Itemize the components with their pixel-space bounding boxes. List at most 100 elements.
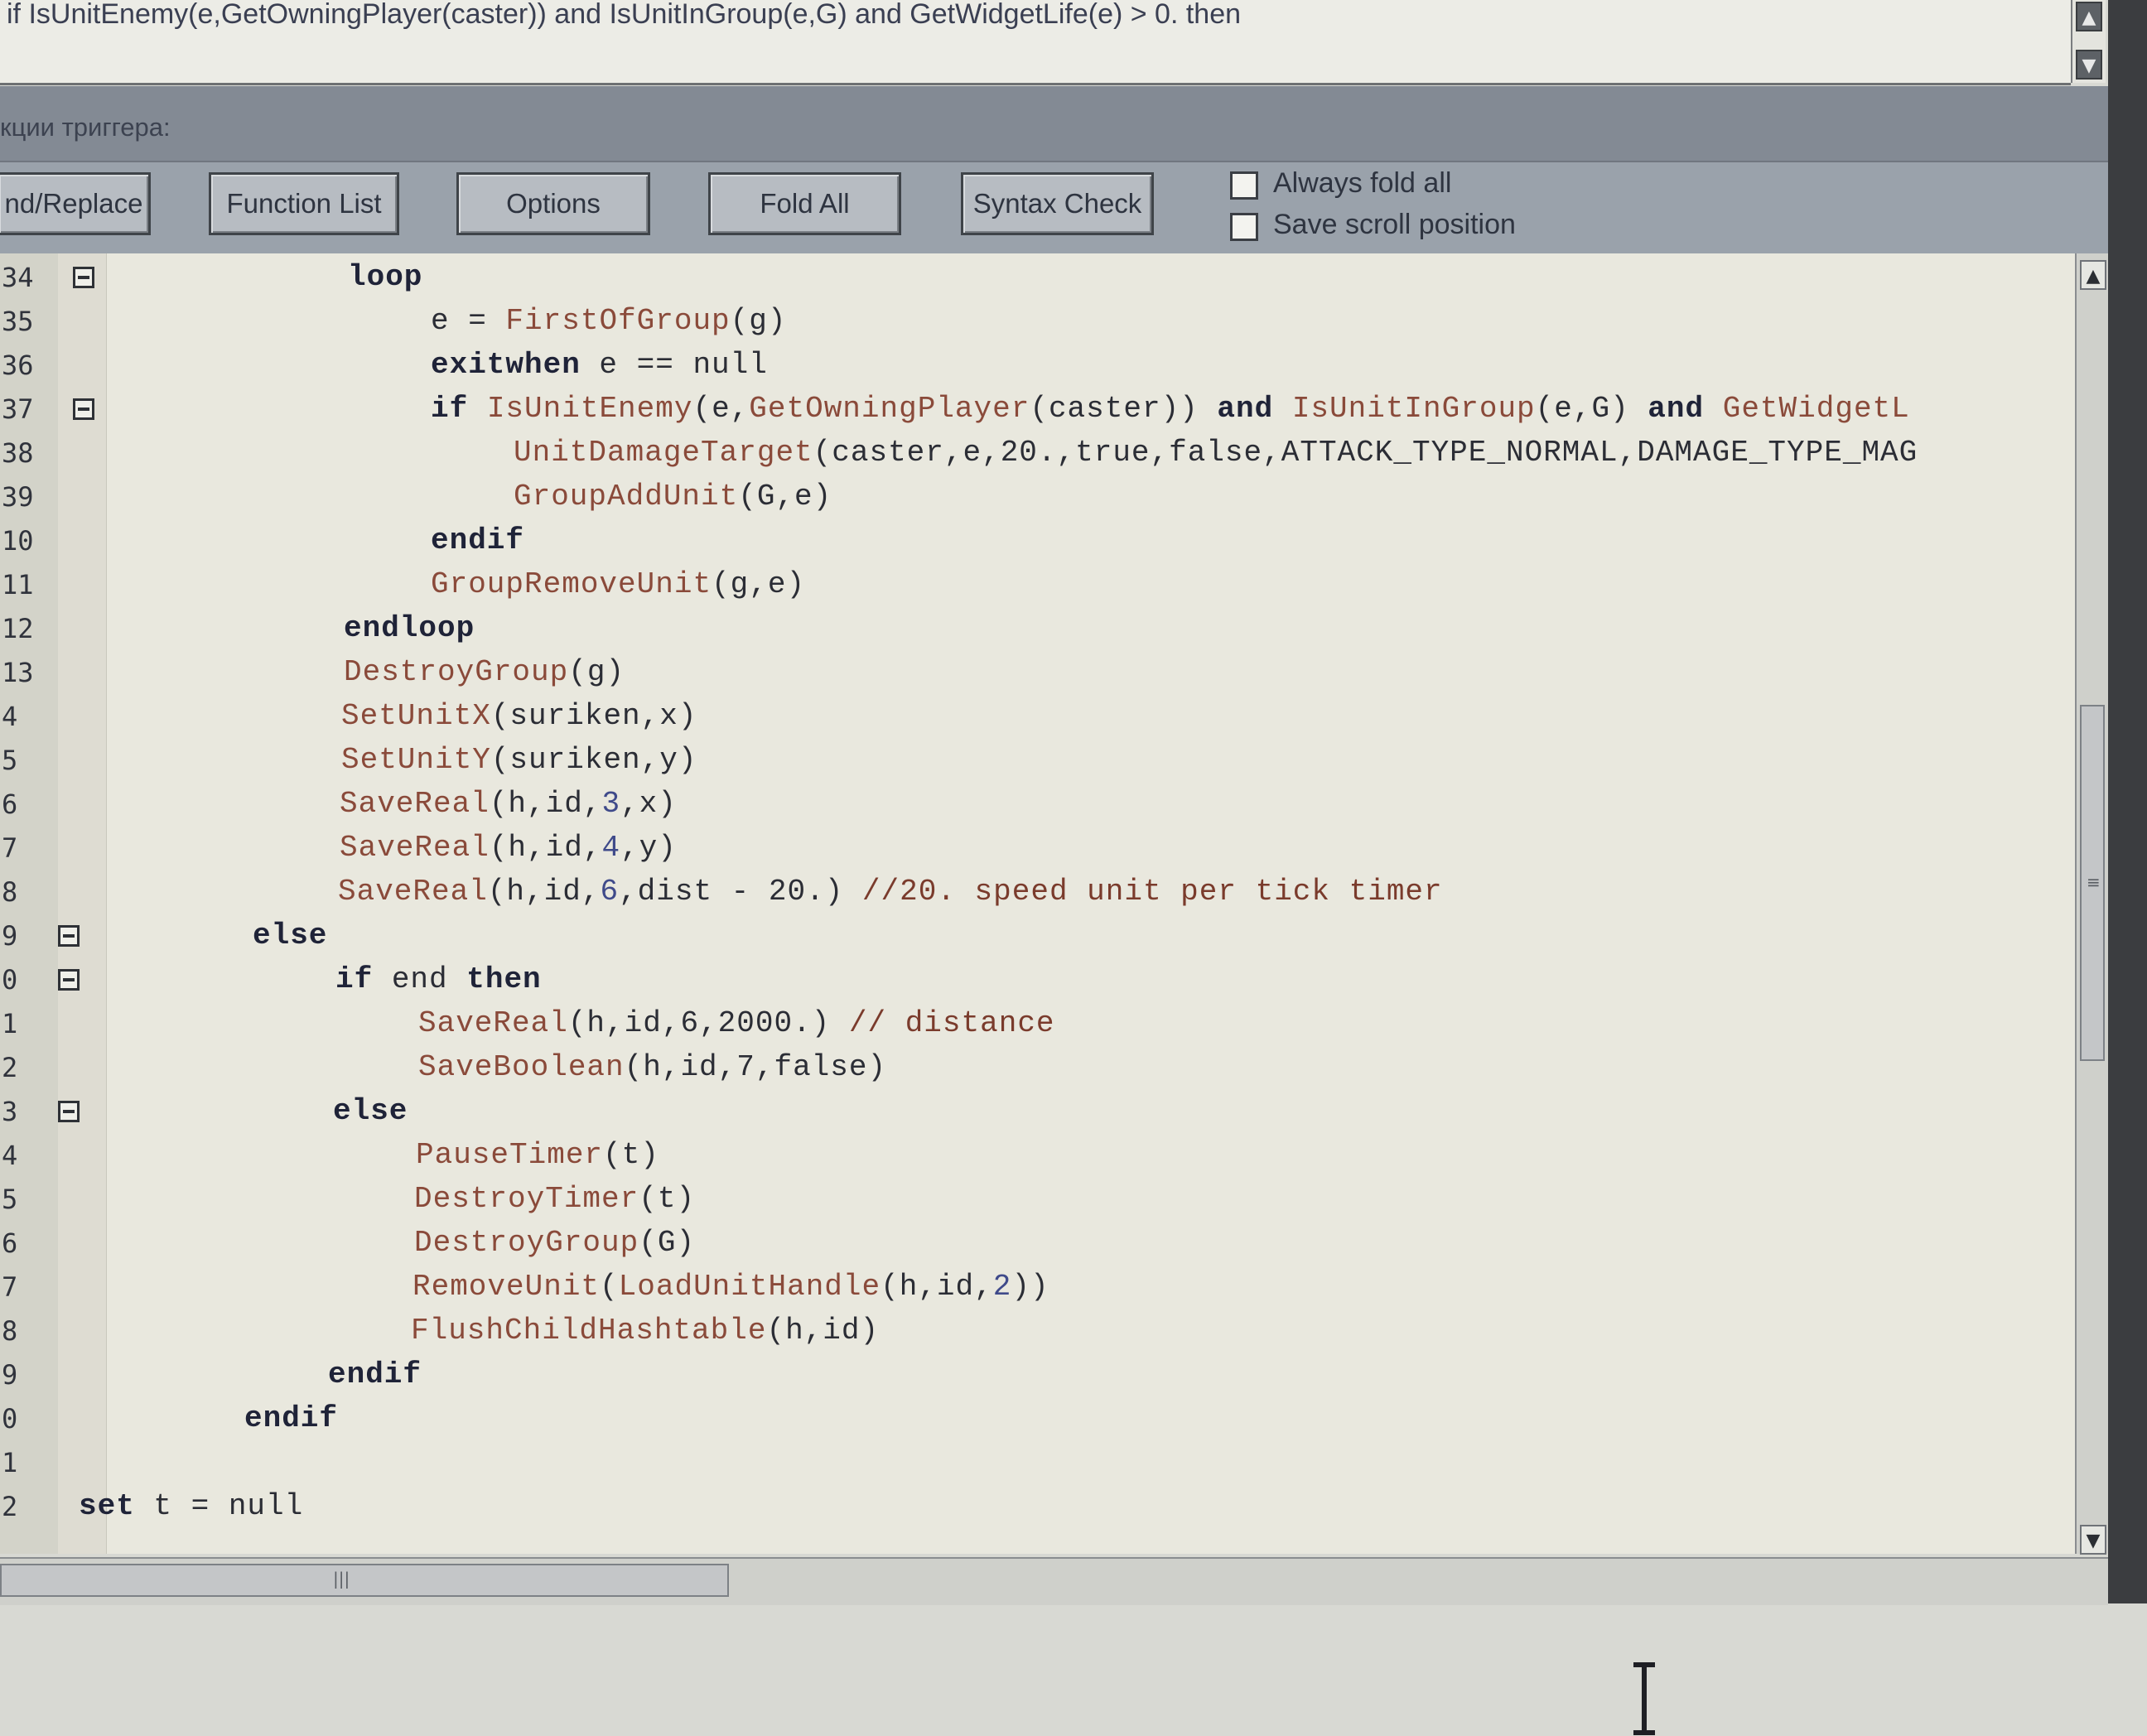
code-line[interactable]: GroupAddUnit(G,e) [514, 480, 832, 514]
vertical-scroll-thumb[interactable]: ≡ [2080, 705, 2105, 1061]
line-number: 1 [2, 1447, 18, 1478]
code-token: GroupRemoveUnit [431, 567, 712, 601]
code-token: (g,e) [712, 567, 806, 601]
code-editor[interactable]: 34 35 36 37 38 39 10 11 12 13 4 5 6 7 8 9 0 1 2 3 4 5 6 7 8 9 0 1 2 … [0, 253, 2075, 1735]
code-token: (G) [639, 1226, 696, 1260]
code-token: then [466, 962, 542, 996]
code-line[interactable]: set t = null [79, 1489, 303, 1523]
code-line[interactable]: else [253, 919, 327, 952]
minus-box-icon[interactable] [58, 925, 80, 947]
code-line[interactable]: SetUnitX(suriken,x) [341, 699, 697, 733]
code-token: PauseTimer [416, 1138, 604, 1172]
horizontal-scroll-thumb[interactable]: ||| [0, 1564, 729, 1597]
code-token: (caster,e,20.,true,false,ATTACK_TYPE_NOR… [813, 436, 1918, 470]
chevron-down-icon[interactable]: ▼ [2076, 50, 2102, 80]
code-line[interactable]: exitwhen e == null [431, 348, 768, 382]
horizontal-scrollbar[interactable]: ||| [0, 1557, 2108, 1605]
code-line[interactable]: if end then [335, 962, 542, 996]
code-token: ( [600, 1270, 619, 1304]
code-line[interactable]: UnitDamageTarget(caster,e,20.,true,false… [514, 436, 1918, 470]
chevron-up-icon[interactable]: ▲ [2080, 260, 2106, 290]
line-number: 13 [2, 657, 34, 688]
save-scroll-position-checkbox[interactable] [1230, 213, 1258, 241]
line-number: 9 [2, 920, 18, 952]
code-token: (h,id,7,false) [624, 1050, 887, 1084]
code-line[interactable]: endloop [344, 611, 475, 645]
line-number: 5 [2, 745, 18, 776]
code-token: exitwhen [431, 348, 581, 382]
code-token: (h,id,6,2000.) [567, 1006, 849, 1040]
save-scroll-position-label[interactable]: Save scroll position [1273, 209, 1516, 241]
fold-all-button[interactable]: Fold All [708, 172, 901, 235]
line-number: 2 [2, 1491, 18, 1522]
syntax-check-button[interactable]: Syntax Check [961, 172, 1154, 235]
code-line[interactable]: FlushChildHashtable(h,id) [411, 1314, 879, 1348]
code-token: (g) [730, 304, 787, 338]
code-token: (suriken,y) [490, 743, 697, 777]
window-edge [2108, 0, 2147, 1603]
line-number: 10 [2, 525, 34, 557]
code-line[interactable]: SaveReal(h,id,3,x) [340, 787, 677, 821]
code-line[interactable]: endif [328, 1357, 422, 1391]
line-number: 38 [2, 437, 34, 469]
code-token: else [253, 919, 328, 952]
vertical-scrollbar[interactable]: ▲ ≡ ▼ [2075, 253, 2110, 1555]
minus-box-icon[interactable] [73, 398, 94, 420]
code-line[interactable]: DestroyTimer(t) [414, 1182, 695, 1216]
code-line[interactable]: SetUnitY(suriken,y) [341, 743, 697, 777]
minus-box-icon[interactable] [58, 969, 80, 991]
code-line[interactable]: RemoveUnit(LoadUnitHandle(h,id,2)) [413, 1270, 1049, 1304]
top-scrollbar[interactable]: ▲ ▼ [2071, 0, 2106, 83]
code-line[interactable]: else [333, 1094, 408, 1128]
line-number: 39 [2, 481, 34, 513]
code-token: end [373, 962, 467, 996]
find-replace-button[interactable]: nd/Replace [0, 172, 151, 235]
code-token: IsUnitEnemy [486, 392, 693, 426]
code-token: e == null [580, 348, 768, 382]
code-token: endloop [344, 611, 475, 645]
code-line[interactable]: GroupRemoveUnit(g,e) [431, 567, 805, 601]
code-token: )) [1011, 1270, 1049, 1304]
code-token: endif [328, 1357, 422, 1391]
code-line[interactable]: PauseTimer(t) [416, 1138, 659, 1172]
code-line[interactable]: DestroyGroup(g) [344, 655, 625, 689]
code-token: SaveReal [338, 875, 488, 909]
line-number: 8 [2, 876, 18, 908]
line-number: 2 [2, 1052, 18, 1083]
options-button[interactable]: Options [456, 172, 650, 235]
code-token: loop [348, 260, 423, 294]
minus-box-icon[interactable] [58, 1101, 80, 1122]
code-token: (h,id, [489, 831, 602, 865]
code-line[interactable]: if IsUnitEnemy(e,GetOwningPlayer(caster)… [431, 392, 1910, 426]
code-line[interactable]: loop [348, 260, 422, 294]
code-line[interactable]: SaveReal(h,id,6,2000.) // distance [418, 1006, 1055, 1040]
code-line[interactable]: SaveBoolean(h,id,7,false) [418, 1050, 886, 1084]
code-line[interactable]: SaveReal(h,id,6,dist - 20.) //20. speed … [338, 875, 1443, 909]
line-number: 7 [2, 1271, 18, 1303]
line-number: 5 [2, 1184, 18, 1215]
condition-editor[interactable]: if IsUnitEnemy(e,GetOwningPlayer(caster)… [0, 0, 2071, 85]
chevron-up-icon[interactable]: ▲ [2076, 2, 2102, 31]
chevron-down-icon[interactable]: ▼ [2080, 1525, 2106, 1555]
minus-box-icon[interactable] [73, 267, 94, 288]
code-token: (suriken,x) [490, 699, 697, 733]
code-line[interactable]: e = FirstOfGroup(g) [431, 304, 786, 338]
always-fold-all-checkbox[interactable] [1230, 171, 1258, 200]
code-line[interactable]: DestroyGroup(G) [414, 1226, 695, 1260]
code-line[interactable]: endif [244, 1401, 338, 1435]
code-line[interactable]: endif [431, 523, 524, 557]
editor-toolbar: nd/Replace Function List Options Fold Al… [0, 161, 2108, 253]
code-token: (h,id, [489, 787, 602, 821]
function-list-button[interactable]: Function List [209, 172, 399, 235]
code-token: ,dist - 20.) [619, 875, 862, 909]
code-token: else [333, 1094, 408, 1128]
code-token: GetWidgetL [1722, 392, 1910, 426]
code-token: (t) [603, 1138, 659, 1172]
code-token: (e,G) [1535, 392, 1648, 426]
code-token: (t) [639, 1182, 696, 1216]
code-line[interactable]: SaveReal(h,id,4,y) [340, 831, 677, 865]
line-number: 0 [2, 964, 18, 996]
always-fold-all-label[interactable]: Always fold all [1273, 167, 1451, 200]
condition-text[interactable]: if IsUnitEnemy(e,GetOwningPlayer(caster)… [7, 0, 1241, 31]
